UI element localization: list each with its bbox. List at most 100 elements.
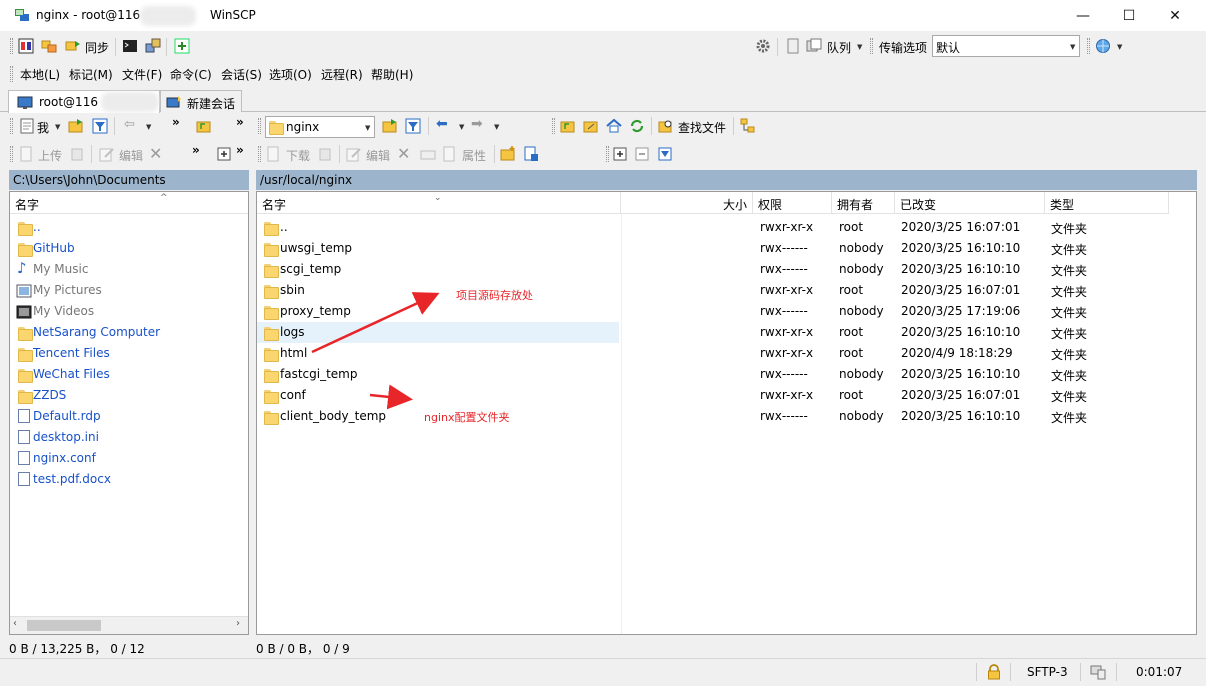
list-item[interactable]: My Videos (10, 301, 248, 322)
edit-icon[interactable] (346, 146, 362, 162)
scrollbar-thumb[interactable] (27, 620, 101, 631)
table-row[interactable]: scgi_temp rwx------ nobody 2020/3/25 16:10:… (257, 259, 1196, 280)
list-item[interactable]: GitHub (10, 238, 248, 259)
forward-icon[interactable]: ➡ (471, 116, 483, 132)
menu-commands[interactable]: 命令(C) (170, 66, 212, 83)
new-folder-icon[interactable] (500, 146, 516, 162)
menu-options[interactable]: 选项(O) (269, 66, 312, 83)
menu-session[interactable]: 会话(S) (221, 66, 262, 83)
list-item[interactable]: .. (10, 217, 248, 238)
find-files-label[interactable]: 查找文件 (678, 119, 726, 136)
remote-directory-select[interactable]: nginx ▼ (265, 116, 375, 138)
properties-icon[interactable] (442, 146, 458, 162)
rename-icon[interactable] (420, 146, 436, 162)
drive-dropdown-icon[interactable]: ▼ (55, 123, 60, 131)
list-item[interactable]: Tencent Files (10, 343, 248, 364)
download-queue-icon[interactable] (318, 146, 334, 162)
globe-icon[interactable] (1095, 38, 1111, 54)
queue-dropdown-icon[interactable]: ▼ (857, 43, 862, 51)
list-item[interactable]: WeChat Files (10, 364, 248, 385)
sync-label[interactable]: 同步 (85, 39, 109, 56)
remote-column-changed[interactable]: 已改变 (895, 192, 1045, 214)
upload-queue-icon[interactable] (70, 146, 86, 162)
remote-edit-label[interactable]: 编辑 (366, 147, 390, 164)
remote-column-type[interactable]: 类型 (1045, 192, 1169, 214)
root-directory-icon[interactable] (583, 118, 599, 134)
back-dropdown-icon[interactable]: ▼ (459, 123, 464, 131)
minimize-button[interactable]: — (1060, 0, 1106, 31)
gear-icon[interactable] (755, 38, 771, 54)
queue-icon[interactable] (806, 38, 822, 54)
drive-label[interactable]: 我 (37, 119, 49, 136)
filter-icon[interactable] (92, 118, 108, 134)
local-file-panel[interactable]: 名字 ^ .. GitHub ♪ My Music My Pictures My Vide… (9, 191, 249, 635)
refresh-icon[interactable] (629, 118, 645, 134)
console-icon[interactable] (122, 38, 138, 54)
sync-icon[interactable] (65, 38, 81, 54)
upload-label[interactable]: 上传 (38, 147, 62, 164)
synchronize-browsing-icon[interactable] (41, 38, 57, 54)
list-item[interactable]: NetSarang Computer (10, 322, 248, 343)
local-edit-label[interactable]: 编辑 (119, 147, 143, 164)
parent-directory-icon[interactable] (196, 118, 212, 134)
open-folder-icon[interactable] (382, 118, 398, 134)
more-icon[interactable]: » (172, 115, 180, 129)
tab-new-session[interactable]: 新建会话 (160, 90, 242, 112)
tab-session[interactable]: root@116 (8, 90, 160, 113)
transfer-preset-select[interactable]: 默认 ▼ (932, 35, 1080, 57)
local-column-name[interactable]: 名字 ^ (10, 192, 248, 214)
maximize-button[interactable]: ☐ (1106, 0, 1152, 31)
list-item[interactable]: ZZDS (10, 385, 248, 406)
properties-label[interactable]: 属性 (462, 147, 486, 164)
expand-icon[interactable] (612, 146, 628, 162)
drive-icon[interactable] (19, 118, 35, 134)
more-icon[interactable]: » (236, 115, 244, 129)
more-icon[interactable]: » (192, 143, 200, 157)
select-filter-icon[interactable] (657, 146, 673, 162)
new-file-icon[interactable] (523, 146, 539, 162)
menu-remote[interactable]: 远程(R) (321, 66, 363, 83)
back-dropdown-icon[interactable]: ▼ (146, 123, 151, 131)
collapse-icon[interactable] (634, 146, 650, 162)
list-item[interactable]: nginx.conf (10, 448, 248, 469)
queue-label[interactable]: 队列 (827, 39, 851, 56)
list-item[interactable]: desktop.ini (10, 427, 248, 448)
menu-mark[interactable]: 标记(M) (69, 66, 113, 83)
expand-icon[interactable] (216, 146, 232, 162)
parent-directory-icon[interactable] (560, 118, 576, 134)
home-icon[interactable] (606, 118, 622, 134)
scroll-right-icon[interactable]: › (236, 618, 240, 629)
remote-column-size[interactable]: 大小 (621, 192, 753, 214)
list-item[interactable]: Default.rdp (10, 406, 248, 427)
local-horizontal-scrollbar[interactable]: ‹ › (10, 616, 248, 634)
queue-list-icon[interactable] (785, 38, 801, 54)
remote-column-perms[interactable]: 权限 (753, 192, 832, 214)
remote-column-name[interactable]: 名字 ⌄ (257, 192, 621, 214)
scroll-left-icon[interactable]: ‹ (13, 618, 17, 629)
open-folder-icon[interactable] (68, 118, 84, 134)
menu-help[interactable]: 帮助(H) (371, 66, 413, 83)
menu-local[interactable]: 本地(L) (20, 66, 60, 83)
back-icon[interactable]: ⇦ (124, 117, 135, 132)
back-icon[interactable]: ⬅ (436, 116, 448, 132)
menu-file[interactable]: 文件(F) (122, 66, 162, 83)
download-icon[interactable] (266, 146, 282, 162)
upload-icon[interactable] (19, 146, 35, 162)
delete-icon[interactable]: ✕ (149, 144, 162, 163)
find-files-icon[interactable] (658, 118, 674, 134)
list-item[interactable]: ♪ My Music (10, 259, 248, 280)
more-icon[interactable]: » (236, 143, 244, 157)
table-row[interactable]: uwsgi_temp rwx------ nobody 2020/3/25 16:10… (257, 238, 1196, 259)
table-row[interactable]: .. rwxr-xr-x root 2020/3/25 16:07:01 文件夹 (257, 217, 1196, 238)
filter-icon[interactable] (405, 118, 421, 134)
putty-icon[interactable] (145, 38, 161, 54)
delete-icon[interactable]: ✕ (397, 144, 410, 163)
list-item[interactable]: test.pdf.docx (10, 469, 248, 490)
panel-splitter[interactable] (250, 170, 255, 634)
close-button[interactable]: ✕ (1152, 0, 1198, 31)
download-label[interactable]: 下载 (286, 147, 310, 164)
remote-column-owner[interactable]: 拥有者 (832, 192, 895, 214)
tree-icon[interactable] (740, 118, 756, 134)
list-item[interactable]: My Pictures (10, 280, 248, 301)
preferences-icon[interactable] (174, 38, 190, 54)
